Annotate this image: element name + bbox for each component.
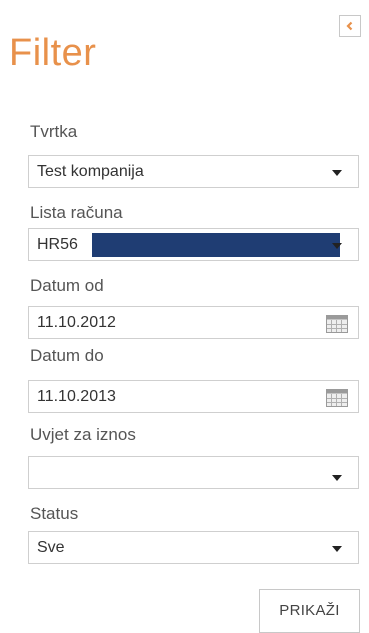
- chevron-left-icon: [346, 21, 353, 31]
- account-list-select-value: HR56: [37, 236, 78, 253]
- date-from-value: 11.10.2012: [37, 314, 116, 331]
- company-select-value: Test kompanija: [37, 163, 144, 180]
- show-button[interactable]: PRIKAŽI: [259, 589, 360, 633]
- amount-condition-select[interactable]: [28, 456, 359, 489]
- status-select[interactable]: Sve: [28, 531, 359, 564]
- date-to-value: 11.10.2013: [37, 388, 116, 405]
- date-to-label: Datum do: [30, 346, 104, 365]
- account-list-select[interactable]: HR56: [28, 228, 359, 261]
- panel-title: Filter: [9, 32, 97, 74]
- status-select-value: Sve: [37, 539, 65, 556]
- calendar-icon[interactable]: [326, 389, 348, 407]
- calendar-icon[interactable]: [326, 315, 348, 333]
- account-list-label: Lista računa: [30, 203, 123, 222]
- date-to-input[interactable]: 11.10.2013: [28, 380, 359, 413]
- redacted-account-number: [92, 233, 340, 257]
- dropdown-caret-icon: [332, 170, 342, 176]
- amount-condition-label: Uvjet za iznos: [30, 425, 136, 444]
- date-from-label: Datum od: [30, 276, 104, 295]
- status-label: Status: [30, 504, 79, 523]
- dropdown-caret-icon: [332, 475, 342, 481]
- company-label: Tvrtka: [30, 122, 78, 141]
- date-from-input[interactable]: 11.10.2012: [28, 306, 359, 339]
- dropdown-caret-icon: [332, 546, 342, 552]
- dropdown-caret-icon: [332, 243, 342, 249]
- company-select[interactable]: Test kompanija: [28, 155, 359, 188]
- collapse-panel-button[interactable]: [339, 15, 361, 37]
